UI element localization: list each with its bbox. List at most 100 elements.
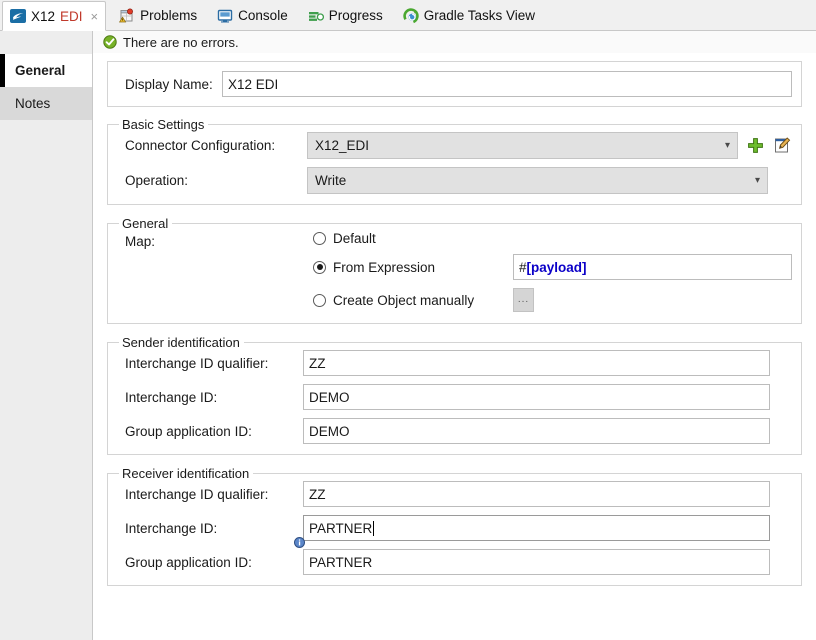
radio-default-label: Default [333, 231, 376, 246]
tab-label-problems: Problems [140, 8, 198, 23]
tab-label-gradle: Gradle Tasks View [423, 8, 536, 23]
editor-tab-bar: X12 EDI × Problems Console Progress Grad… [0, 0, 816, 31]
sender-identification-group: Sender identification Interchange ID qua… [107, 335, 802, 455]
sender-interchange-id-qualifier-input[interactable]: ZZ [303, 350, 770, 376]
radio-from-expression-label: From Expression [333, 259, 436, 275]
operation-select[interactable]: Write ▾ [307, 167, 768, 194]
sender-identification-legend: Sender identification [122, 335, 240, 350]
radio-create-object-manually[interactable]: Create Object manually [313, 293, 513, 308]
sender-group-application-id-row: Group application ID: DEMO [117, 418, 792, 444]
display-name-row: Display Name: X12 EDI [117, 71, 792, 97]
editor-workspace: General Notes There are no errors. Displ… [0, 31, 816, 640]
operation-value: Write [315, 173, 347, 188]
receiver-interchange-id-label: Interchange ID: [125, 520, 218, 536]
receiver-identification-group: Receiver identification Interchange ID q… [107, 466, 802, 586]
sender-interchange-id-qualifier-label: Interchange ID qualifier: [125, 355, 269, 371]
mule-connector-icon [10, 8, 26, 24]
receiver-interchange-id-qualifier-value: ZZ [309, 486, 326, 502]
display-name-group: Display Name: X12 EDI [107, 61, 802, 107]
receiver-interchange-id-qualifier-input[interactable]: ZZ [303, 481, 770, 507]
receiver-identification-legend: Receiver identification [122, 466, 250, 481]
sender-group-application-id-label: Group application ID: [125, 423, 252, 439]
tab-label-x12: X12 [31, 8, 56, 24]
display-name-value: X12 EDI [228, 76, 279, 92]
map-option-default-row: Default [313, 231, 792, 246]
sidebar-item-label: Notes [15, 96, 51, 111]
validation-message-text: There are no errors. [123, 34, 239, 50]
map-option-from-expression-row: From Expression # [payload] [313, 254, 792, 280]
sidebar-item-notes[interactable]: Notes [0, 87, 92, 120]
browse-object-button[interactable]: ... [513, 288, 534, 312]
sidebar-item-general[interactable]: General [0, 54, 92, 87]
gradle-refresh-icon [403, 7, 419, 24]
radio-circle-icon [313, 293, 326, 307]
console-icon [217, 8, 233, 24]
green-plus-icon[interactable] [745, 136, 765, 156]
basic-settings-legend: Basic Settings [122, 117, 205, 132]
chevron-down-icon: ▾ [724, 139, 730, 151]
receiver-interchange-id-value: PARTNER [309, 520, 373, 536]
receiver-interchange-id-qualifier-label: Interchange ID qualifier: [125, 486, 269, 502]
receiver-interchange-id-field-holder: PARTNER [294, 515, 770, 548]
tab-label-progress: Progress [328, 8, 383, 23]
receiver-group-application-id-value: PARTNER [309, 554, 373, 570]
map-row: Map: Default From Expression # [payload]… [117, 231, 792, 312]
validation-message-bar: There are no errors. [93, 31, 816, 53]
general-map-legend: General [122, 216, 169, 231]
tab-problems[interactable]: Problems [112, 1, 204, 30]
progress-icon [308, 8, 324, 24]
receiver-interchange-id-qualifier-row: Interchange ID qualifier: ZZ [117, 481, 792, 507]
map-options: Default From Expression # [payload] Crea… [313, 231, 792, 312]
connector-configuration-row: Connector Configuration: X12_EDI ▾ [117, 132, 792, 159]
sender-interchange-id-label: Interchange ID: [125, 389, 218, 405]
receiver-group-application-id-row: Group application ID: PARTNER [117, 549, 792, 575]
map-label: Map: [125, 234, 156, 249]
text-caret [373, 520, 375, 536]
radio-default[interactable]: Default [313, 231, 513, 246]
expression-input[interactable]: # [payload] [513, 254, 792, 280]
problems-icon [119, 8, 135, 24]
tab-label-console: Console [238, 8, 288, 23]
chevron-down-icon: ▾ [754, 174, 760, 186]
general-map-group: General Map: Default From Expression # [… [107, 216, 802, 324]
receiver-group-application-id-input[interactable]: PARTNER [303, 549, 770, 575]
properties-pane: There are no errors. Display Name: X12 E… [93, 31, 816, 640]
sender-interchange-id-input[interactable]: DEMO [303, 384, 770, 410]
tab-label-edi: EDI [60, 8, 83, 24]
sender-interchange-id-qualifier-value: ZZ [309, 355, 326, 371]
map-option-create-object-row: Create Object manually ... [313, 288, 792, 312]
radio-circle-selected-icon [313, 260, 326, 274]
basic-settings-group: Basic Settings Connector Configuration: … [107, 117, 802, 205]
properties-form: Display Name: X12 EDI Basic Settings Con… [93, 53, 816, 597]
sidebar-item-label: General [15, 63, 66, 78]
operation-row: Operation: Write ▾ [117, 167, 792, 194]
expression-body: [payload] [526, 259, 587, 275]
receiver-group-application-id-label: Group application ID: [125, 554, 252, 570]
display-name-label: Display Name: [125, 76, 213, 92]
edit-pencil-icon[interactable] [772, 136, 792, 156]
sender-interchange-id-qualifier-row: Interchange ID qualifier: ZZ [117, 350, 792, 376]
editor-sidebar: General Notes [0, 31, 93, 640]
success-check-icon [103, 35, 117, 49]
receiver-interchange-id-row: Interchange ID: PARTNER [117, 515, 792, 548]
operation-label: Operation: [125, 173, 189, 188]
sender-group-application-id-input[interactable]: DEMO [303, 418, 770, 444]
receiver-interchange-id-input[interactable]: PARTNER [303, 515, 770, 541]
radio-create-object-label: Create Object manually [333, 292, 475, 308]
info-badge-icon [294, 536, 305, 548]
tab-gradle-tasks-view[interactable]: Gradle Tasks View [396, 1, 542, 30]
sender-interchange-id-row: Interchange ID: DEMO [117, 384, 792, 410]
connector-configuration-label: Connector Configuration: [125, 138, 276, 153]
close-icon[interactable]: × [91, 10, 99, 23]
connector-configuration-select[interactable]: X12_EDI ▾ [307, 132, 738, 159]
radio-from-expression[interactable]: From Expression [313, 260, 513, 275]
display-name-input[interactable]: X12 EDI [222, 71, 792, 97]
expression-prefix: # [519, 259, 527, 275]
connector-configuration-value: X12_EDI [315, 138, 370, 153]
sender-group-application-id-value: DEMO [309, 423, 350, 439]
tab-console[interactable]: Console [210, 1, 295, 30]
radio-circle-icon [313, 232, 326, 245]
tab-progress[interactable]: Progress [301, 1, 390, 30]
sender-interchange-id-value: DEMO [309, 389, 350, 405]
tab-x12-edi[interactable]: X12 EDI × [2, 1, 107, 31]
